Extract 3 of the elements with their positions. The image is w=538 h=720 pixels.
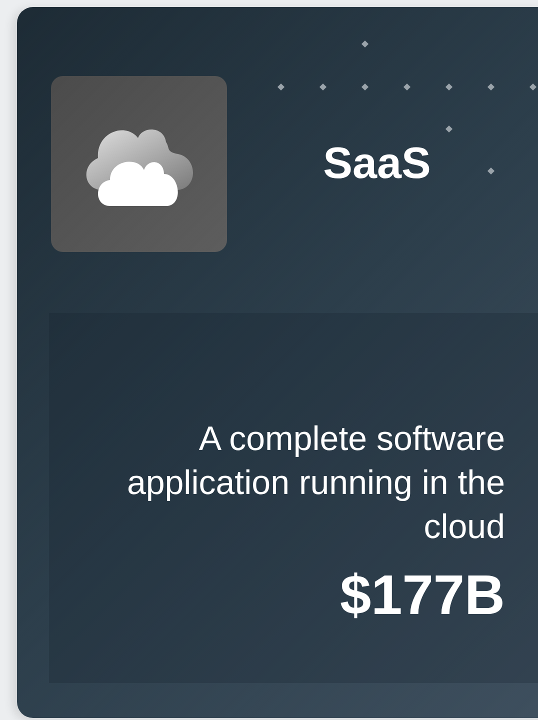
- description-text: A complete software application running in the cloud: [126, 419, 505, 548]
- market-value: $177B: [340, 563, 505, 627]
- card-title: SaaS: [322, 139, 432, 189]
